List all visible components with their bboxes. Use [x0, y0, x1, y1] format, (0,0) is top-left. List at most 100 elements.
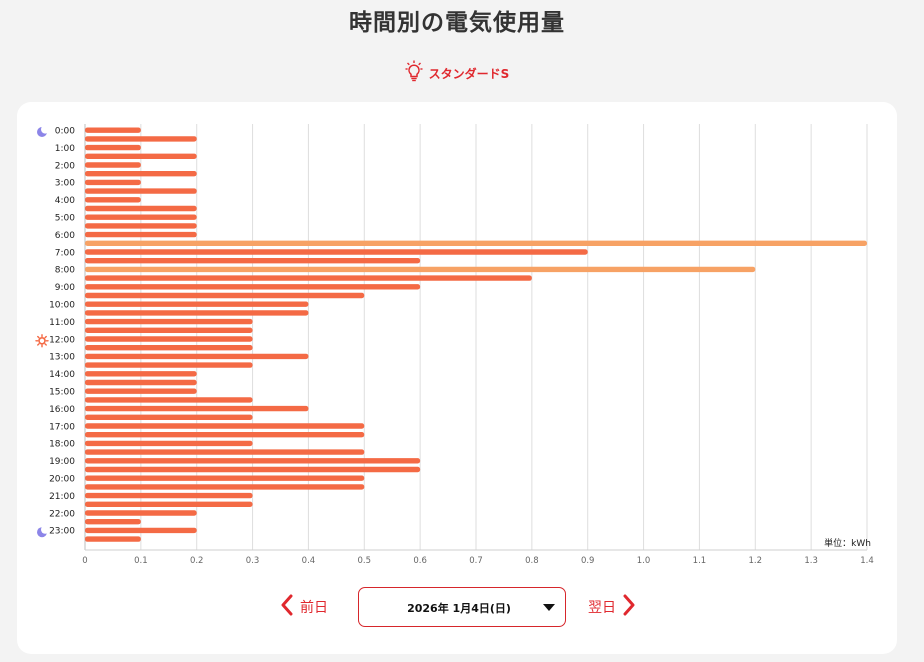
x-tick-label: 0.2: [190, 556, 204, 566]
bar: [85, 231, 197, 238]
bar: [85, 414, 253, 420]
y-tick-label: 7:00: [55, 248, 75, 258]
next-day-label: 翌日: [588, 600, 616, 616]
bar: [85, 162, 141, 168]
bar: [85, 397, 253, 403]
date-value: 2026年 1月4日(日): [407, 602, 511, 615]
x-tick-label: 1.0: [637, 556, 651, 566]
x-tick-label: 0.1: [134, 556, 148, 566]
y-tick-label: 17:00: [49, 422, 75, 432]
bar: [85, 423, 365, 429]
y-tick-label: 22:00: [49, 509, 75, 519]
bar: [85, 519, 141, 525]
lightbulb-icon: [405, 60, 423, 86]
bar: [85, 527, 197, 534]
y-tick-label: 21:00: [49, 492, 75, 502]
y-tick-label: 1:00: [55, 144, 75, 154]
x-tick-label: 0.5: [358, 556, 372, 566]
bar: [85, 197, 141, 203]
x-tick-label: 1.3: [804, 556, 818, 566]
bar: [85, 501, 253, 507]
y-tick-label: 11:00: [49, 318, 75, 328]
y-tick-label: 13:00: [49, 353, 75, 363]
bar: [85, 405, 309, 412]
bar: [85, 379, 197, 386]
unit-label: 単位：kWh: [824, 537, 871, 549]
bar: [85, 171, 197, 177]
x-tick-label: 1.1: [693, 556, 707, 566]
x-tick-label: 0: [82, 556, 87, 566]
moon-icon: [37, 125, 50, 137]
x-tick-label: 0.8: [525, 556, 539, 566]
bar: [85, 179, 141, 186]
bar: [85, 249, 588, 255]
bar: [85, 144, 141, 151]
bar: [85, 214, 197, 220]
bar: [85, 536, 141, 542]
bar: [85, 475, 365, 481]
y-tick-label: 18:00: [49, 440, 75, 450]
bar: [85, 318, 253, 325]
bar: [85, 492, 253, 499]
y-tick-label: 9:00: [55, 283, 75, 293]
page-title: 時間別の電気使用量: [349, 10, 565, 36]
bar: [85, 449, 365, 455]
bar: [85, 301, 309, 307]
bar: [85, 188, 197, 194]
x-tick-label: 1.2: [749, 556, 763, 566]
y-tick-label: 4:00: [55, 196, 75, 206]
bar: [85, 440, 253, 447]
bar: [85, 388, 197, 394]
bar: [85, 266, 756, 273]
prev-day-label: 前日: [300, 600, 328, 616]
prev-day-button[interactable]: 前日: [280, 594, 328, 620]
y-tick-label: 0:00: [55, 127, 75, 137]
date-select[interactable]: 2026年 1月4日(日): [358, 587, 566, 627]
bar: [85, 153, 197, 159]
sun-icon: [35, 334, 49, 348]
bar: [85, 510, 197, 516]
y-tick-label: 2:00: [55, 161, 75, 171]
x-tick-label: 0.4: [302, 556, 316, 566]
chevron-right-icon: [622, 594, 636, 620]
bar: [85, 484, 365, 490]
usage-chart: 0:00 1:00 2:00 3:00 4:00 5:00 6:00 7:00 8:00 9:00…: [35, 124, 874, 566]
y-tick-label: 3:00: [55, 179, 75, 189]
plan-label: スタンダードS: [428, 66, 510, 81]
x-tick-label: 0.3: [246, 556, 260, 566]
y-tick-label: 23:00: [49, 527, 75, 537]
chevron-left-icon: [280, 594, 294, 620]
bar: [85, 310, 309, 316]
next-day-button[interactable]: 翌日: [588, 594, 636, 620]
bar: [85, 371, 197, 377]
y-tick-label: 5:00: [55, 214, 75, 224]
bar: [85, 284, 421, 290]
y-tick-label: 10:00: [49, 301, 75, 311]
x-tick-label: 0.7: [469, 556, 483, 566]
x-tick-label: 0.9: [581, 556, 595, 566]
y-tick-label: 8:00: [55, 266, 75, 276]
bar: [85, 466, 421, 473]
bar: [85, 258, 421, 264]
bar: [85, 362, 253, 368]
y-tick-label: 19:00: [49, 457, 75, 467]
bar: [85, 127, 141, 133]
bar: [85, 327, 253, 333]
bar: [85, 336, 253, 342]
bar: [85, 275, 532, 281]
plan-indicator: スタンダードS: [0, 60, 914, 86]
bar: [85, 353, 309, 360]
y-tick-label: 14:00: [49, 370, 75, 380]
chart-card: 0:00 1:00 2:00 3:00 4:00 5:00 6:00 7:00 8:00 9:00…: [17, 102, 897, 654]
y-tick-label: 20:00: [49, 475, 75, 485]
bar: [85, 223, 197, 229]
moon-icon: [37, 525, 50, 538]
date-navigation: 前日 2026年 1月4日(日) 翌日: [0, 586, 924, 630]
bar: [85, 345, 253, 351]
bar: [85, 136, 197, 142]
y-tick-label: 12:00: [49, 335, 75, 345]
y-tick-label: 16:00: [49, 405, 75, 415]
x-tick-label: 1.4: [860, 556, 874, 566]
bar: [85, 458, 421, 464]
y-tick-label: 15:00: [49, 388, 75, 398]
